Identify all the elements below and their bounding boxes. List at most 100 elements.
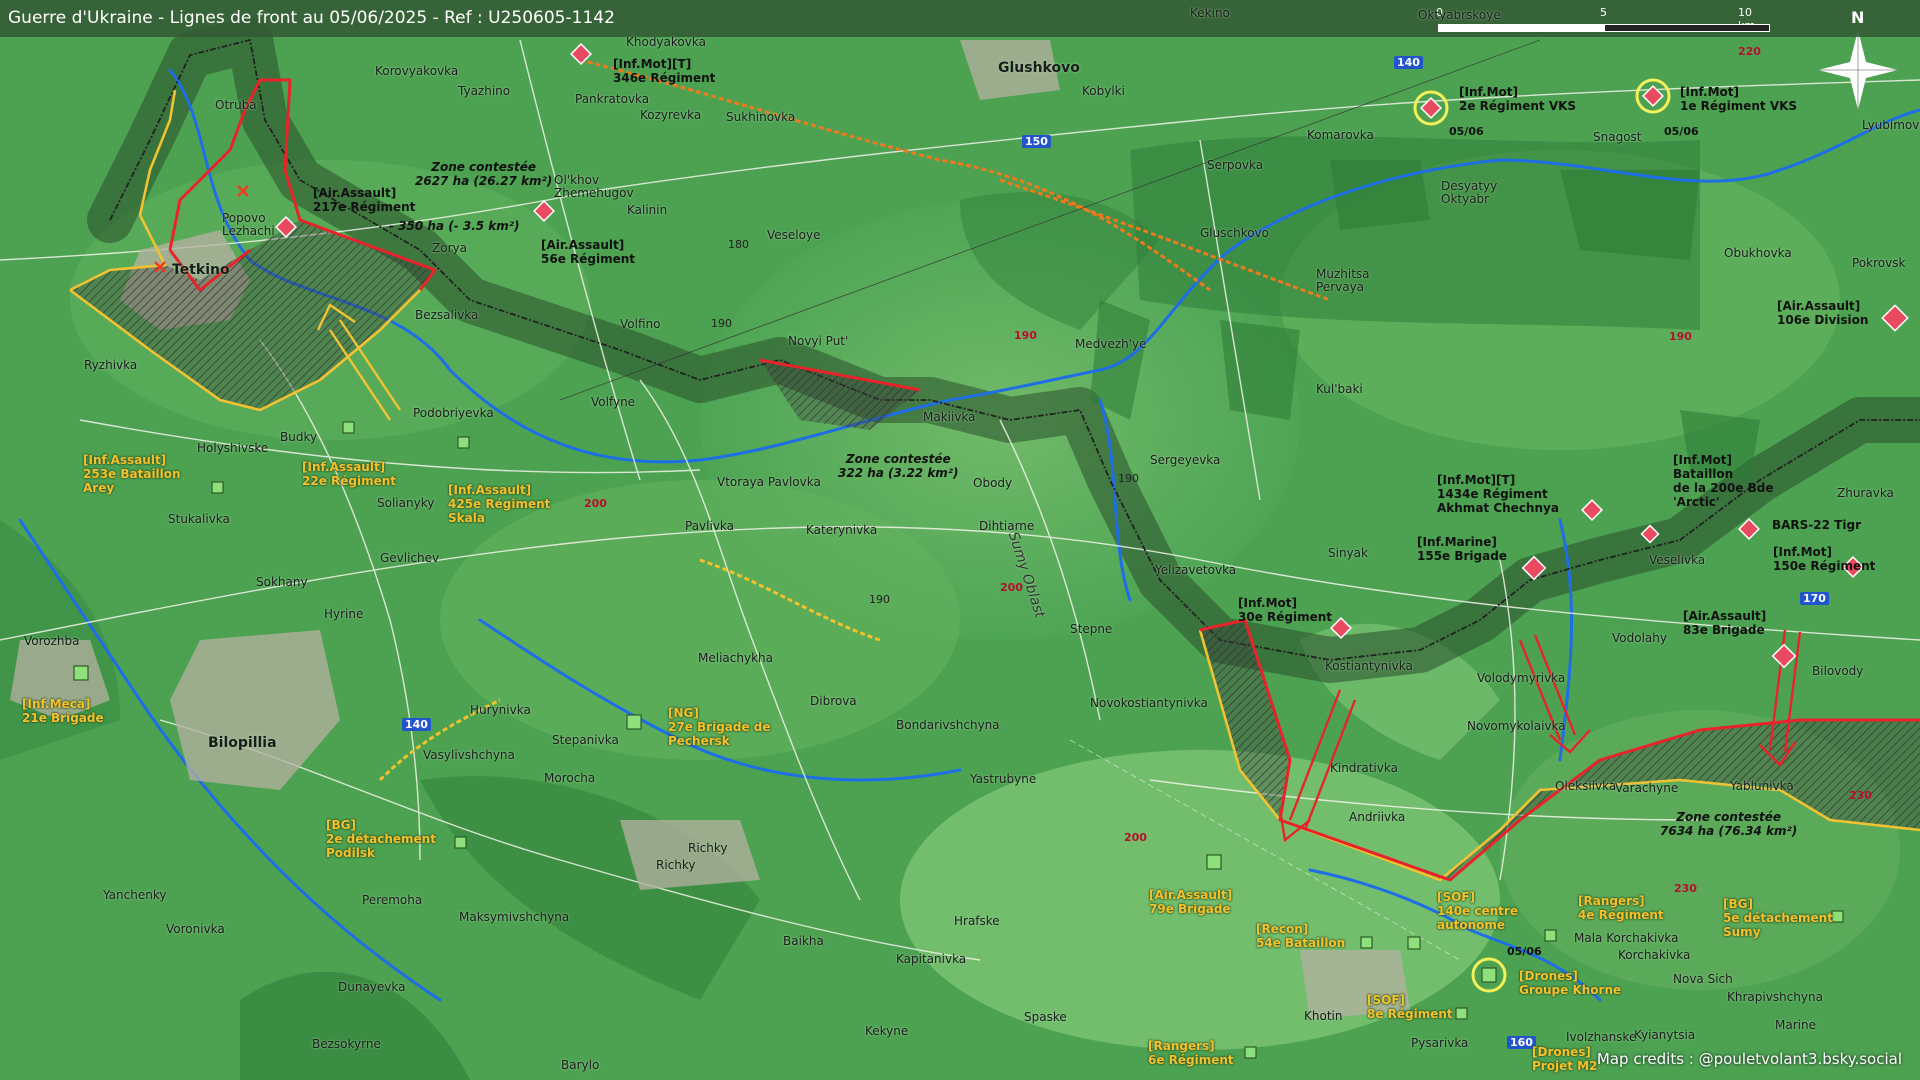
place-budky: Budky [280, 430, 318, 444]
place-mala-korchakivka: Mala Korchakivka [1574, 931, 1679, 945]
place-peremoha: Peremoha [362, 893, 423, 907]
place-baikha: Baikha [783, 934, 824, 948]
place-yanchenky: Yanchenky [103, 888, 167, 902]
unit-marker-5bg[interactable] [1831, 910, 1844, 923]
map-credits: Map credits : @pouletvolant3.bsky.social [1596, 1050, 1902, 1068]
unit-label-217: [Air.Assault] 217e Régiment [313, 186, 416, 214]
unit-label-106: [Air.Assault] 106e Division [1777, 299, 1869, 327]
place-morocha: Morocha [544, 771, 596, 785]
place-volfino: Volfino [620, 317, 661, 331]
date-vks2: 05/06 [1449, 125, 1484, 138]
place-bezsokyrne: Bezsokyrne [312, 1037, 381, 1051]
unit-marker-140[interactable] [1407, 936, 1421, 950]
place-sukhinovka: Sukhinovka [726, 110, 796, 124]
place-obody: Obody [973, 476, 1013, 490]
place-olkhov: Ol'khov Zhemehugov [554, 173, 634, 200]
place-pavlivka: Pavlivka [685, 519, 735, 533]
place-spaske: Spaske [1024, 1010, 1067, 1024]
place-snagost: Snagost [1593, 130, 1642, 144]
place-vorozhba: Vorozhba [24, 634, 80, 648]
place-kostiantynivka: Kostiantynivka [1325, 659, 1413, 673]
place-yablunivka: Yablunivka [1730, 779, 1794, 793]
unit-label-6r: [Rangers] 6e Régiment [1148, 1039, 1234, 1067]
place-vodolahy: Vodolahy [1612, 631, 1667, 645]
place-veselivka: Veselivka [1649, 553, 1706, 567]
place-hurynivka: Hurynivka [470, 703, 531, 717]
unit-marker-54[interactable] [1360, 936, 1373, 949]
unit-label-83: [Air.Assault] 83e Brigade [1683, 609, 1767, 637]
place-zhuravka: Zhuravka [1837, 486, 1894, 500]
unit-label-22: [Inf.Assault] 22e Régiment [302, 460, 397, 488]
place-bilopillia: Bilopillia [208, 735, 277, 751]
elev-190b: 190 [1014, 329, 1037, 342]
unit-label-425: [Inf.Assault] 425e Régiment Skala [448, 483, 551, 525]
unit-marker-khorne[interactable] [1481, 967, 1497, 983]
place-vtoraya: Vtoraya Pavlovka [717, 475, 821, 489]
elev-200a: 200 [584, 497, 607, 510]
unit-label-khorne: [Drones] Groupe Khorne [1519, 969, 1622, 997]
unit-label-m2: [Drones] Projet M2 [1532, 1045, 1598, 1073]
place-pankratovka: Pankratovka [575, 92, 650, 106]
place-solianyky: Solianyky [377, 496, 435, 510]
place-dibrova: Dibrova [810, 694, 857, 708]
unit-label-346: [Inf.Mot][T] 346e Régiment [613, 57, 716, 85]
place-tetkino: Tetkino [172, 262, 230, 278]
place-nova-sich: Nova Sich [1673, 972, 1733, 986]
place-stepne: Stepne [1070, 622, 1113, 636]
place-korchakivka: Korchakivka [1618, 948, 1691, 962]
unit-label-2bg: [BG] 2e détachement Podilsk [326, 818, 436, 860]
unit-label-155: [Inf.Marine] 155e Brigade [1417, 535, 1507, 563]
place-krasnyi: Oktyabrskoye [1418, 8, 1501, 22]
unit-label-30: [Inf.Mot] 30e Régiment [1238, 596, 1333, 624]
unit-marker-2bg[interactable] [454, 836, 467, 849]
elev-220: 220 [1738, 45, 1761, 58]
unit-marker-27[interactable] [626, 714, 642, 730]
elev-200b: 200 [1000, 581, 1023, 594]
unit-label-vks1: [Inf.Mot] 1e Régiment VKS [1680, 85, 1798, 113]
unit-marker-79[interactable] [1206, 854, 1222, 870]
place-katerynivka: Katerynivka [806, 523, 878, 537]
place-komarovka: Komarovka [1307, 128, 1374, 142]
place-otruba: Otruba [215, 98, 257, 112]
elev-190a: 190 [711, 317, 732, 330]
unit-marker-6r[interactable] [1244, 1046, 1257, 1059]
road-150: 150 [1022, 135, 1051, 148]
place-sinyak: Sinyak [1328, 546, 1368, 560]
place-novyi-put: Novyi Put' [788, 334, 849, 348]
unit-marker-253[interactable] [211, 481, 224, 494]
place-kyianytsia: Kyianytsia [1634, 1028, 1696, 1042]
place-varachyne: Varachyne [1615, 781, 1679, 795]
place-khrapivshchyna: Khrapivshchyna [1727, 990, 1823, 1004]
place-korovyakovka: Korovyakovka [375, 64, 459, 78]
place-stepanivka: Stepanivka [552, 733, 619, 747]
place-oleksiivka: Oleksiivka [1555, 779, 1617, 793]
place-medvezhye: Medvezh'ye [1075, 337, 1147, 351]
place-holyshivske: Holyshivske [197, 441, 269, 455]
place-bezsalivka: Bezsalivka [415, 308, 479, 322]
place-marine: Marine [1775, 1018, 1816, 1032]
unit-marker-4r[interactable] [1544, 929, 1557, 942]
place-ivolzhanske: Ivolzhanske [1566, 1030, 1637, 1044]
unit-marker-22[interactable] [342, 421, 355, 434]
elev-200c: 200 [1124, 831, 1147, 844]
elev-180: 180 [728, 238, 749, 251]
place-gevlichev: Gevlichev [380, 551, 440, 565]
unit-label-140: [SOF] 140e centre autonome [1437, 890, 1518, 932]
unit-label-253: [Inf.Assault] 253e Bataillon Arey [83, 453, 181, 495]
elev-190d: 190 [1118, 472, 1139, 485]
unit-marker-21[interactable] [73, 665, 89, 681]
unit-label-54: [Recon] 54e Bataillon [1256, 922, 1346, 950]
unit-marker-8sof[interactable] [1455, 1007, 1468, 1020]
place-desyatyy: Desyatyy Oktyabr [1441, 179, 1498, 206]
place-andriivka: Andriivka [1349, 810, 1406, 824]
place-kozyrevka: Kozyrevka [640, 108, 702, 122]
elev-190e: 190 [869, 593, 890, 606]
place-novomykolaivka: Novomykolaivka [1467, 719, 1566, 733]
scale-bar-graphic [1438, 24, 1770, 32]
map-stage[interactable]: Guerre d'Ukraine - Lignes de front au 05… [0, 0, 1920, 1080]
place-kekyne: Kekyne [865, 1024, 909, 1038]
place-volfyne: Volfyne [591, 395, 636, 409]
unit-label-79: [Air.Assault] 79e Brigade [1149, 888, 1233, 916]
place-obukhovka: Obukhovka [1724, 246, 1792, 260]
unit-marker-425[interactable] [457, 436, 470, 449]
